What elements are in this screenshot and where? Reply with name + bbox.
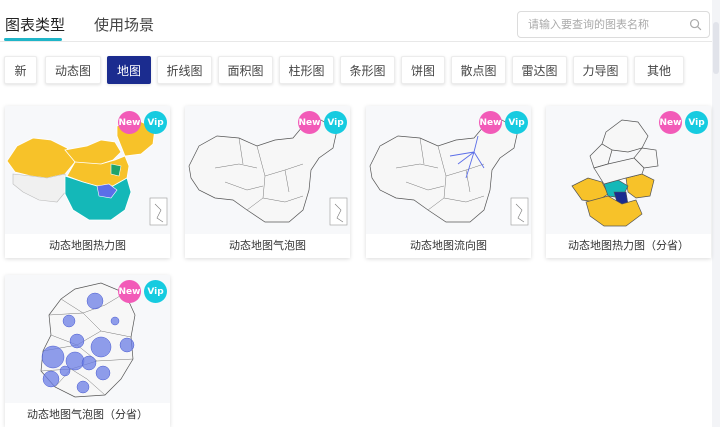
vip-badge: Vip bbox=[144, 111, 167, 134]
filter-new[interactable]: 新 bbox=[4, 56, 37, 84]
card-title: 动态地图气泡图（分省） bbox=[27, 408, 148, 421]
scrollbar-thumb[interactable] bbox=[713, 22, 719, 74]
chart-card[interactable]: New Vip 动态地图气泡图 bbox=[185, 106, 350, 258]
tab-chart-types[interactable]: 图表类型 bbox=[5, 14, 65, 35]
filter-radar[interactable]: 雷达图 bbox=[512, 56, 567, 84]
filter-bar[interactable]: 条形图 bbox=[340, 56, 395, 84]
tab-use-cases[interactable]: 使用场景 bbox=[94, 14, 154, 35]
filter-scatter[interactable]: 散点图 bbox=[451, 56, 506, 84]
search-icon[interactable] bbox=[689, 18, 702, 31]
vip-badge: Vip bbox=[685, 111, 708, 134]
new-badge: New bbox=[118, 111, 141, 134]
header-bar: 图表类型 使用场景 bbox=[0, 0, 712, 42]
filter-other[interactable]: 其他 bbox=[634, 56, 684, 84]
search-box[interactable] bbox=[517, 11, 710, 38]
filter-line[interactable]: 折线图 bbox=[157, 56, 212, 84]
filter-pie[interactable]: 饼图 bbox=[401, 56, 445, 84]
card-title: 动态地图热力图（分省） bbox=[568, 239, 689, 252]
chart-card[interactable]: New Vip 动态地图流向图 bbox=[366, 106, 531, 258]
vip-badge: Vip bbox=[144, 280, 167, 303]
chart-card[interactable]: New Vip 动态地图热力图（分省） bbox=[546, 106, 711, 258]
chart-card[interactable]: New Vip 动态地图气泡图（分省） bbox=[5, 275, 170, 427]
card-title: 动态地图流向图 bbox=[410, 239, 487, 252]
new-badge: New bbox=[298, 111, 321, 134]
filter-force[interactable]: 力导图 bbox=[573, 56, 628, 84]
filter-map[interactable]: 地图 bbox=[107, 56, 151, 84]
chart-card[interactable]: New Vip 动态地图热力图 bbox=[5, 106, 170, 258]
active-tab-indicator bbox=[4, 38, 62, 41]
filter-column[interactable]: 柱形图 bbox=[279, 56, 334, 84]
filter-area[interactable]: 面积图 bbox=[218, 56, 273, 84]
filter-animated[interactable]: 动态图 bbox=[45, 56, 101, 84]
card-title: 动态地图热力图 bbox=[49, 239, 126, 252]
card-title: 动态地图气泡图 bbox=[229, 239, 306, 252]
vip-badge: Vip bbox=[324, 111, 347, 134]
new-badge: New bbox=[479, 111, 502, 134]
new-badge: New bbox=[659, 111, 682, 134]
vip-badge: Vip bbox=[505, 111, 528, 134]
search-input[interactable] bbox=[528, 12, 688, 37]
new-badge: New bbox=[118, 280, 141, 303]
